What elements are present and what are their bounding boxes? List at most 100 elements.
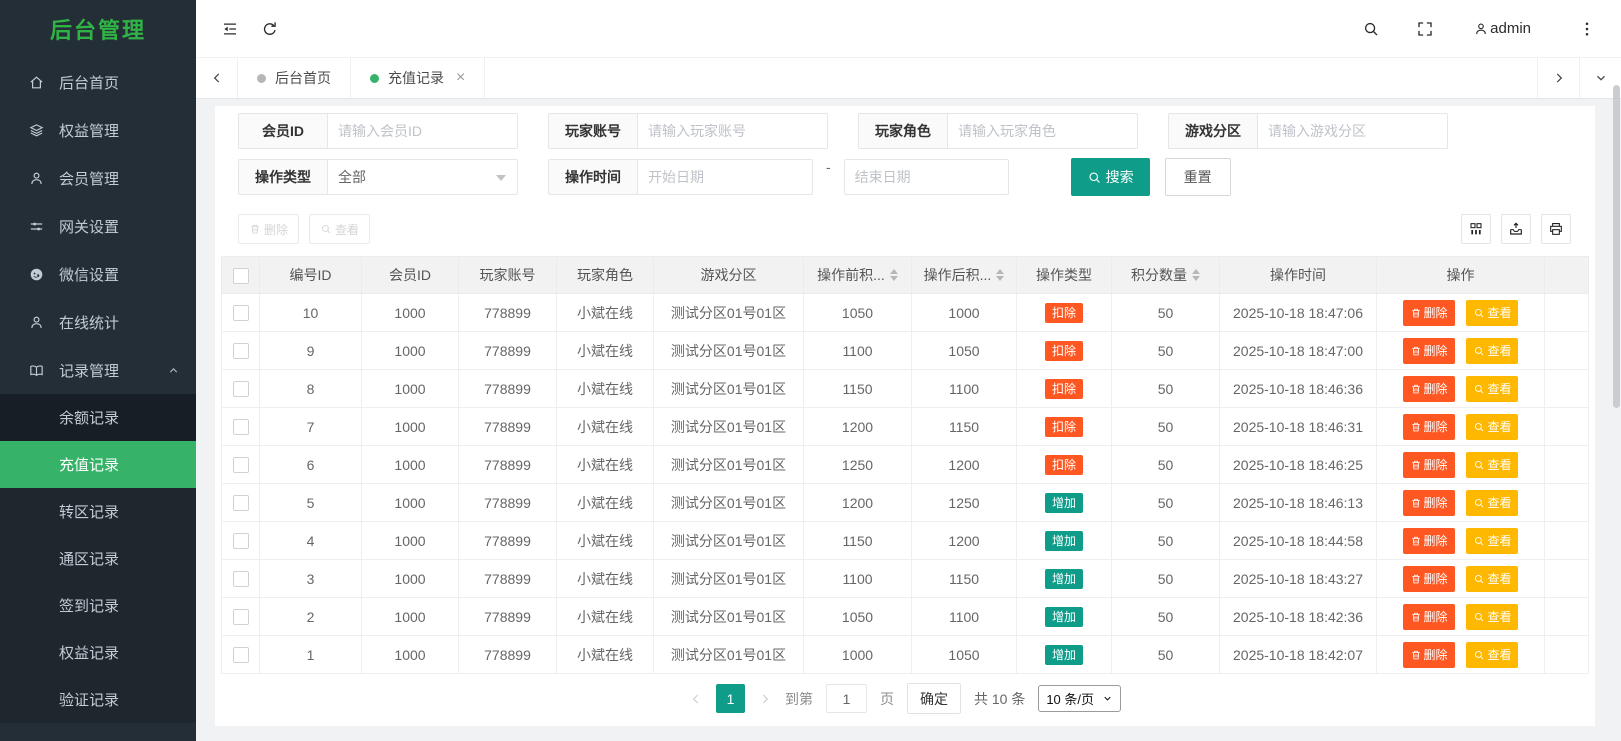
cell-before-points: 1050 (803, 293, 912, 332)
row-delete-button[interactable]: 删除 (1402, 375, 1455, 402)
row-checkbox[interactable] (232, 343, 249, 360)
player-role-input[interactable] (948, 113, 1138, 149)
batch-view-button[interactable]: 查看 (309, 214, 371, 244)
row-delete-button[interactable]: 删除 (1402, 565, 1455, 592)
row-view-label: 查看 (1487, 344, 1512, 358)
row-checkbox[interactable] (232, 305, 249, 322)
submenu-item-rights-records[interactable]: 权益记录 (0, 629, 196, 676)
tab-home[interactable]: 后台首页 (238, 58, 351, 98)
search-button[interactable]: 搜索 (1070, 158, 1150, 196)
row-view-button[interactable]: 查看 (1466, 413, 1519, 440)
submenu-item-signin-records[interactable]: 签到记录 (0, 582, 196, 629)
player-role-group: 玩家角色 (858, 113, 1138, 149)
next-page-button[interactable] (758, 692, 772, 706)
sidebar-item-label: 在线统计 (59, 314, 120, 332)
sidebar-item-rights[interactable]: 权益管理 (0, 106, 196, 154)
tab-recharge-records[interactable]: 充值记录 × (351, 58, 486, 98)
row-delete-button[interactable]: 删除 (1402, 527, 1455, 554)
row-view-button[interactable]: 查看 (1466, 337, 1519, 364)
fullscreen-button[interactable] (1405, 9, 1445, 49)
sidebar-item-wechat[interactable]: 微信设置 (0, 250, 196, 298)
goto-confirm-button[interactable]: 确定 (906, 683, 961, 714)
start-date-input[interactable] (638, 159, 813, 195)
refresh-button[interactable] (250, 9, 290, 49)
row-delete-button[interactable]: 删除 (1402, 299, 1455, 326)
cell-actions: 删除 查看 (1376, 445, 1545, 484)
row-checkbox[interactable] (232, 609, 249, 626)
row-checkbox[interactable] (232, 533, 249, 550)
app-title: 后台管理 (49, 18, 146, 43)
page-size-select[interactable]: 10 条/页 (1038, 685, 1122, 712)
vertical-scrollbar[interactable] (1613, 85, 1620, 408)
sidebar-item-records[interactable]: 记录管理 (0, 346, 196, 394)
row-checkbox[interactable] (232, 457, 249, 474)
submenu-item-recharge-records[interactable]: 充值记录 (0, 441, 196, 488)
submenu-item-balance-records[interactable]: 余额记录 (0, 394, 196, 441)
row-delete-button[interactable]: 删除 (1402, 603, 1455, 630)
cell-actions: 删除 查看 (1376, 521, 1545, 560)
row-checkbox[interactable] (232, 495, 249, 512)
cell-actions: 删除 查看 (1376, 597, 1545, 636)
sort-icon[interactable] (1192, 269, 1200, 281)
row-delete-button[interactable]: 删除 (1402, 451, 1455, 478)
collapse-sidebar-button[interactable] (210, 9, 250, 49)
current-page-button[interactable]: 1 (715, 684, 745, 713)
row-delete-label: 删除 (1423, 534, 1448, 548)
row-view-button[interactable]: 查看 (1466, 451, 1519, 478)
header-search-button[interactable] (1351, 9, 1391, 49)
home-icon (28, 74, 45, 91)
export-button[interactable] (1501, 214, 1531, 244)
sidebar-item-label: 网关设置 (59, 218, 120, 236)
row-delete-button[interactable]: 删除 (1402, 489, 1455, 516)
submenu-item-zone-pass-records[interactable]: 通区记录 (0, 535, 196, 582)
cell-op-type: 扣除 (1016, 331, 1112, 370)
op-type-select[interactable]: 全部 (328, 159, 518, 195)
sidebar-item-online-stats[interactable]: 在线统计 (0, 298, 196, 346)
row-delete-button[interactable]: 删除 (1402, 413, 1455, 440)
sort-icon[interactable] (996, 269, 1005, 281)
cell-amount: 50 (1111, 635, 1220, 674)
prev-page-button[interactable] (689, 692, 703, 706)
row-view-button[interactable]: 查看 (1466, 527, 1519, 554)
sidebar-item-members[interactable]: 会员管理 (0, 154, 196, 202)
row-checkbox[interactable] (232, 419, 249, 436)
cell-id: 1 (259, 635, 362, 674)
reset-button[interactable]: 重置 (1164, 158, 1231, 196)
row-view-button[interactable]: 查看 (1466, 603, 1519, 630)
tabs-scroll-right-button[interactable] (1537, 58, 1579, 98)
row-view-button[interactable]: 查看 (1466, 299, 1519, 326)
op-type-selected-value: 全部 (338, 169, 366, 185)
row-delete-label: 删除 (1423, 306, 1448, 320)
submenu-item-verify-records[interactable]: 验证记录 (0, 676, 196, 723)
print-button[interactable] (1541, 214, 1571, 244)
more-menu-button[interactable] (1567, 9, 1607, 49)
game-zone-input[interactable] (1258, 113, 1448, 149)
table-row: 3 1000 778899 小斌在线 测试分区01号01区 1100 1150 … (221, 559, 1589, 598)
row-view-button[interactable]: 查看 (1466, 641, 1519, 668)
close-tab-icon[interactable]: × (456, 70, 465, 86)
row-view-button[interactable]: 查看 (1466, 565, 1519, 592)
row-delete-button[interactable]: 删除 (1402, 641, 1455, 668)
sidebar-item-gateway[interactable]: 网关设置 (0, 202, 196, 250)
sort-icon[interactable] (889, 269, 898, 281)
row-view-button[interactable]: 查看 (1466, 489, 1519, 516)
row-checkbox[interactable] (232, 381, 249, 398)
sidebar-item-home[interactable]: 后台首页 (0, 58, 196, 106)
member-id-input[interactable] (328, 113, 518, 149)
tabs-scroll-left-button[interactable] (196, 58, 238, 98)
goto-page-input[interactable] (825, 684, 867, 713)
user-menu[interactable]: admin (1463, 20, 1541, 37)
player-account-input[interactable] (638, 113, 828, 149)
end-date-input[interactable] (843, 159, 1009, 195)
table-row: 6 1000 778899 小斌在线 测试分区01号01区 1250 1200 … (221, 445, 1589, 484)
cell-role: 小斌在线 (556, 483, 654, 522)
row-checkbox[interactable] (232, 571, 249, 588)
row-delete-button[interactable]: 删除 (1402, 337, 1455, 364)
filter-columns-button[interactable] (1461, 214, 1491, 244)
row-checkbox[interactable] (232, 647, 249, 664)
batch-delete-button[interactable]: 删除 (238, 214, 300, 244)
select-all-checkbox[interactable] (232, 267, 249, 284)
row-view-button[interactable]: 查看 (1466, 375, 1519, 402)
cell-role: 小斌在线 (556, 445, 654, 484)
submenu-item-zone-transfer-records[interactable]: 转区记录 (0, 488, 196, 535)
